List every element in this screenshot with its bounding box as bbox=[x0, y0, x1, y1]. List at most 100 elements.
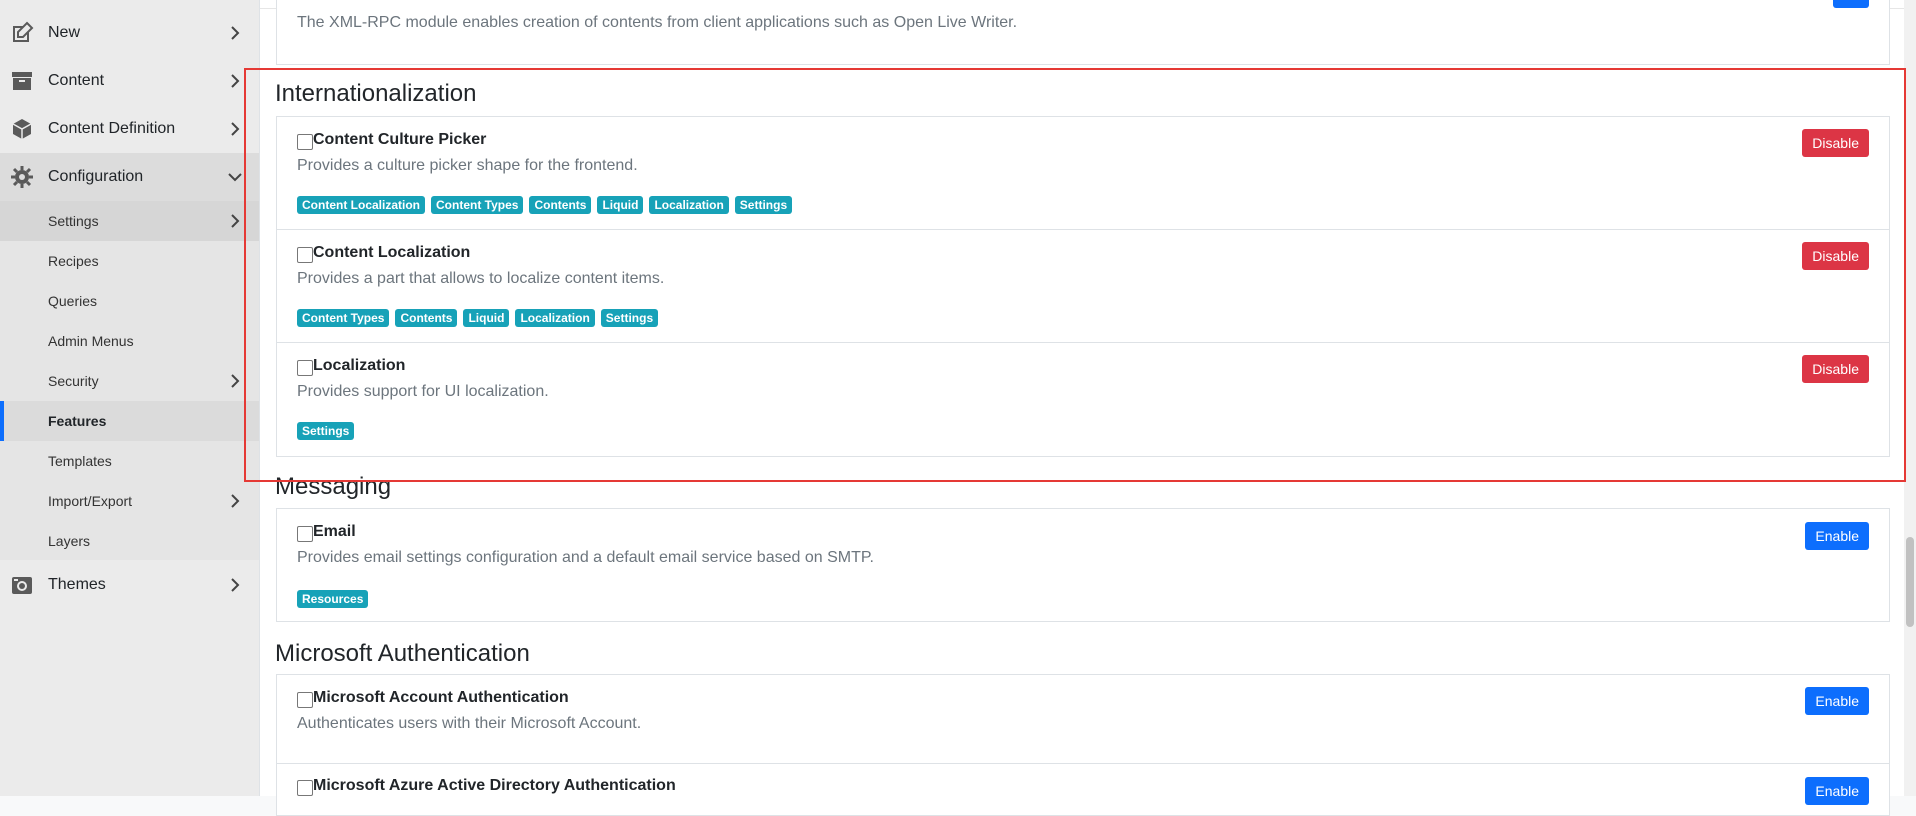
feature-card: Content Culture Picker Provides a cultur… bbox=[276, 116, 1890, 457]
tag[interactable]: Content Types bbox=[297, 309, 390, 327]
section-title: Messaging bbox=[275, 473, 392, 500]
chevron-right-icon bbox=[225, 491, 245, 511]
feature-row: Localization Provides support for UI loc… bbox=[277, 342, 1889, 456]
feature-tags: Content Types Contents Liquid Localizati… bbox=[297, 309, 659, 327]
sidebar-item-label: Features bbox=[48, 413, 107, 429]
sidebar-item-settings[interactable]: Settings bbox=[0, 201, 259, 241]
tag[interactable]: Localization bbox=[515, 309, 595, 327]
chevron-right-icon bbox=[225, 119, 245, 139]
sidebar-item-admin-menus[interactable]: Admin Menus bbox=[0, 321, 259, 361]
camera-icon bbox=[9, 572, 35, 598]
sidebar-item-label: Themes bbox=[48, 576, 106, 593]
feature-tags: Settings bbox=[297, 422, 355, 440]
tag[interactable]: Content Types bbox=[431, 196, 524, 214]
feature-row: Email Provides email settings configurat… bbox=[277, 509, 1889, 621]
sidebar-item-label: Content Definition bbox=[48, 120, 176, 137]
feature-name: Email bbox=[313, 523, 356, 540]
tag[interactable]: Settings bbox=[734, 196, 793, 214]
feature-tags: Resources bbox=[297, 590, 369, 608]
enable-button[interactable]: Enable bbox=[1805, 777, 1869, 805]
sidebar-item-recipes[interactable]: Recipes bbox=[0, 241, 259, 281]
feature-description: Provides support for UI localization. bbox=[297, 383, 549, 400]
disable-button[interactable]: Disable bbox=[1802, 242, 1869, 270]
feature-name: Microsoft Azure Active Directory Authent… bbox=[313, 777, 676, 794]
scrollbar-thumb[interactable] bbox=[1906, 537, 1914, 627]
feature-checkbox[interactable] bbox=[297, 780, 313, 796]
sidebar-item-label: Layers bbox=[48, 533, 91, 549]
feature-name: Localization bbox=[313, 357, 406, 374]
feature-name: Microsoft Account Authentication bbox=[313, 689, 569, 706]
feature-tags: Content Localization Content Types Conte… bbox=[297, 196, 793, 214]
sidebar-item-label: Admin Menus bbox=[48, 333, 134, 349]
chevron-right-icon bbox=[225, 371, 245, 391]
feature-description: Provides a part that allows to localize … bbox=[297, 270, 665, 287]
tag[interactable]: Localization bbox=[649, 196, 729, 214]
feature-row: Content Localization Provides a part tha… bbox=[277, 229, 1889, 342]
enable-button[interactable]: Enable bbox=[1805, 522, 1869, 550]
tag[interactable]: Liquid bbox=[463, 309, 510, 327]
chevron-right-icon bbox=[225, 211, 245, 231]
feature-description: Provides a culture picker shape for the … bbox=[297, 157, 638, 174]
edit-icon bbox=[9, 20, 35, 46]
feature-card: The XML-RPC module enables creation of c… bbox=[276, 0, 1890, 65]
enable-button[interactable]: Enable bbox=[1805, 687, 1869, 715]
sidebar-item-import-export[interactable]: Import/Export bbox=[0, 481, 259, 521]
feature-row: Content Culture Picker Provides a cultur… bbox=[277, 117, 1889, 229]
scrollbar[interactable] bbox=[1904, 0, 1916, 796]
archive-icon bbox=[9, 68, 35, 94]
tag[interactable]: Liquid bbox=[597, 196, 644, 214]
sidebar-item-content-definition[interactable]: Content Definition bbox=[0, 105, 259, 153]
tag[interactable]: Settings bbox=[297, 422, 355, 440]
sidebar-item-label: Templates bbox=[48, 453, 112, 469]
feature-description: Authenticates users with their Microsoft… bbox=[297, 715, 642, 732]
sidebar-item-templates[interactable]: Templates bbox=[0, 441, 259, 481]
feature-checkbox[interactable] bbox=[297, 134, 313, 150]
disable-button[interactable]: Disable bbox=[1802, 129, 1869, 157]
tag[interactable]: Content Localization bbox=[297, 196, 425, 214]
tag[interactable]: Contents bbox=[529, 196, 592, 214]
feature-row: Microsoft Azure Active Directory Authent… bbox=[277, 763, 1889, 816]
sidebar-item-queries[interactable]: Queries bbox=[0, 281, 259, 321]
gear-icon bbox=[9, 164, 35, 190]
disable-button[interactable]: Disable bbox=[1802, 355, 1869, 383]
sidebar-item-content[interactable]: Content bbox=[0, 57, 259, 105]
feature-description: The XML-RPC module enables creation of c… bbox=[297, 14, 1018, 31]
configuration-submenu: Settings Recipes Queries Admin Menus Sec… bbox=[0, 201, 259, 560]
sidebar-item-features[interactable]: Features bbox=[0, 401, 259, 441]
cube-icon bbox=[9, 116, 35, 142]
feature-checkbox[interactable] bbox=[297, 247, 313, 263]
sidebar: New Content Content Definition Configura… bbox=[0, 0, 260, 796]
chevron-right-icon bbox=[225, 575, 245, 595]
enable-button[interactable] bbox=[1833, 0, 1869, 8]
tag[interactable]: Contents bbox=[395, 309, 458, 327]
chevron-right-icon bbox=[225, 23, 245, 43]
sidebar-item-label: Recipes bbox=[48, 253, 99, 269]
feature-checkbox[interactable] bbox=[297, 360, 313, 376]
sidebar-item-configuration[interactable]: Configuration bbox=[0, 153, 259, 201]
sidebar-item-layers[interactable]: Layers bbox=[0, 521, 259, 561]
sidebar-item-label: Security bbox=[48, 373, 99, 389]
chevron-down-icon bbox=[225, 167, 245, 187]
sidebar-item-themes[interactable]: Themes bbox=[0, 561, 259, 609]
sidebar-item-label: Content bbox=[48, 72, 105, 89]
sidebar-item-security[interactable]: Security bbox=[0, 361, 259, 401]
sidebar-item-label: Import/Export bbox=[48, 493, 133, 509]
feature-card: Email Provides email settings configurat… bbox=[276, 508, 1890, 622]
sidebar-item-label: New bbox=[48, 24, 81, 41]
chevron-right-icon bbox=[225, 71, 245, 91]
section-title: Microsoft Authentication bbox=[275, 640, 530, 667]
feature-card: Microsoft Account Authentication Authent… bbox=[276, 674, 1890, 816]
tag[interactable]: Settings bbox=[600, 309, 659, 327]
feature-description: Provides email settings configuration an… bbox=[297, 549, 874, 566]
sidebar-item-label: Settings bbox=[48, 213, 99, 229]
feature-checkbox[interactable] bbox=[297, 526, 313, 542]
feature-checkbox[interactable] bbox=[297, 692, 313, 708]
sidebar-item-new[interactable]: New bbox=[0, 9, 259, 57]
sidebar-item-label: Configuration bbox=[48, 168, 144, 185]
sidebar-item-label: Queries bbox=[48, 293, 98, 309]
main-content: The XML-RPC module enables creation of c… bbox=[260, 0, 1916, 816]
feature-name: Content Culture Picker bbox=[313, 131, 487, 148]
section-title: Internationalization bbox=[275, 80, 477, 107]
tag[interactable]: Resources bbox=[297, 590, 369, 608]
feature-name: Content Localization bbox=[313, 244, 471, 261]
